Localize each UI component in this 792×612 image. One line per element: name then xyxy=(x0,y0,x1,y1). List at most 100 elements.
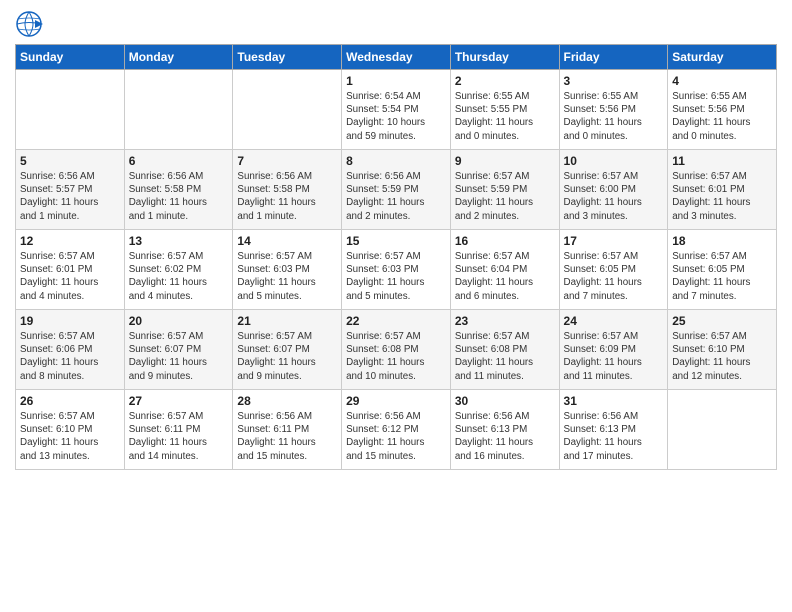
cell-info: Sunrise: 6:57 AM Sunset: 6:04 PM Dayligh… xyxy=(455,250,555,303)
logo-icon xyxy=(15,10,43,38)
cell-info: Sunrise: 6:57 AM Sunset: 6:06 PM Dayligh… xyxy=(20,330,120,383)
cell-info: Sunrise: 6:54 AM Sunset: 5:54 PM Dayligh… xyxy=(346,90,446,143)
weekday-header-wednesday: Wednesday xyxy=(342,45,451,70)
day-number: 21 xyxy=(237,314,337,328)
calendar-cell: 9 Sunrise: 6:57 AM Sunset: 5:59 PM Daylig… xyxy=(450,150,559,230)
cell-info: Sunrise: 6:57 AM Sunset: 6:10 PM Dayligh… xyxy=(20,410,120,463)
cell-info: Sunrise: 6:57 AM Sunset: 6:07 PM Dayligh… xyxy=(237,330,337,383)
calendar-cell: 16 Sunrise: 6:57 AM Sunset: 6:04 PM Dayli… xyxy=(450,230,559,310)
week-row-2: 12 Sunrise: 6:57 AM Sunset: 6:01 PM Dayli… xyxy=(16,230,777,310)
day-number: 8 xyxy=(346,154,446,168)
calendar-cell: 18 Sunrise: 6:57 AM Sunset: 6:05 PM Dayli… xyxy=(668,230,777,310)
day-number: 30 xyxy=(455,394,555,408)
cell-info: Sunrise: 6:57 AM Sunset: 6:08 PM Dayligh… xyxy=(455,330,555,383)
day-number: 12 xyxy=(20,234,120,248)
calendar-cell xyxy=(668,390,777,470)
calendar-cell: 11 Sunrise: 6:57 AM Sunset: 6:01 PM Dayli… xyxy=(668,150,777,230)
calendar-cell xyxy=(16,70,125,150)
week-row-0: 1 Sunrise: 6:54 AM Sunset: 5:54 PM Daylig… xyxy=(16,70,777,150)
day-number: 1 xyxy=(346,74,446,88)
day-number: 19 xyxy=(20,314,120,328)
calendar-cell: 24Sunrise: 6:57 AM Sunset: 6:09 PM Dayli… xyxy=(559,310,668,390)
logo xyxy=(15,10,47,38)
day-number: 29 xyxy=(346,394,446,408)
day-number: 7 xyxy=(237,154,337,168)
day-number: 18 xyxy=(672,234,772,248)
calendar-cell: 6Sunrise: 6:56 AM Sunset: 5:58 PM Daylig… xyxy=(124,150,233,230)
calendar-cell: 29Sunrise: 6:56 AM Sunset: 6:12 PM Dayli… xyxy=(342,390,451,470)
calendar-cell: 8 Sunrise: 6:56 AM Sunset: 5:59 PM Daylig… xyxy=(342,150,451,230)
weekday-header-tuesday: Tuesday xyxy=(233,45,342,70)
calendar-cell: 15 Sunrise: 6:57 AM Sunset: 6:03 PM Dayli… xyxy=(342,230,451,310)
cell-info: Sunrise: 6:57 AM Sunset: 6:05 PM Dayligh… xyxy=(672,250,772,303)
cell-info: Sunrise: 6:57 AM Sunset: 6:08 PM Dayligh… xyxy=(346,330,446,383)
cell-info: Sunrise: 6:55 AM Sunset: 5:56 PM Dayligh… xyxy=(672,90,772,143)
week-row-4: 26Sunrise: 6:57 AM Sunset: 6:10 PM Dayli… xyxy=(16,390,777,470)
cell-info: Sunrise: 6:57 AM Sunset: 6:11 PM Dayligh… xyxy=(129,410,229,463)
cell-info: Sunrise: 6:57 AM Sunset: 6:09 PM Dayligh… xyxy=(564,330,664,383)
calendar-cell: 30 Sunrise: 6:56 AM Sunset: 6:13 PM Dayli… xyxy=(450,390,559,470)
weekday-header-sunday: Sunday xyxy=(16,45,125,70)
day-number: 20 xyxy=(129,314,229,328)
calendar-cell: 4 Sunrise: 6:55 AM Sunset: 5:56 PM Daylig… xyxy=(668,70,777,150)
calendar-cell: 21 Sunrise: 6:57 AM Sunset: 6:07 PM Dayli… xyxy=(233,310,342,390)
day-number: 16 xyxy=(455,234,555,248)
calendar-cell: 3Sunrise: 6:55 AM Sunset: 5:56 PM Daylig… xyxy=(559,70,668,150)
day-number: 4 xyxy=(672,74,772,88)
calendar-cell xyxy=(233,70,342,150)
day-number: 23 xyxy=(455,314,555,328)
weekday-header-friday: Friday xyxy=(559,45,668,70)
calendar-cell: 7 Sunrise: 6:56 AM Sunset: 5:58 PM Daylig… xyxy=(233,150,342,230)
calendar-cell: 31 Sunrise: 6:56 AM Sunset: 6:13 PM Dayli… xyxy=(559,390,668,470)
calendar-cell: 25Sunrise: 6:57 AM Sunset: 6:10 PM Dayli… xyxy=(668,310,777,390)
cell-info: Sunrise: 6:57 AM Sunset: 6:02 PM Dayligh… xyxy=(129,250,229,303)
cell-info: Sunrise: 6:56 AM Sunset: 6:11 PM Dayligh… xyxy=(237,410,337,463)
cell-info: Sunrise: 6:56 AM Sunset: 5:58 PM Dayligh… xyxy=(129,170,229,223)
day-number: 27 xyxy=(129,394,229,408)
calendar-cell: 12 Sunrise: 6:57 AM Sunset: 6:01 PM Dayli… xyxy=(16,230,125,310)
cell-info: Sunrise: 6:56 AM Sunset: 5:59 PM Dayligh… xyxy=(346,170,446,223)
cell-info: Sunrise: 6:56 AM Sunset: 6:13 PM Dayligh… xyxy=(564,410,664,463)
day-number: 10 xyxy=(564,154,664,168)
header xyxy=(15,10,777,38)
cell-info: Sunrise: 6:57 AM Sunset: 6:07 PM Dayligh… xyxy=(129,330,229,383)
day-number: 17 xyxy=(564,234,664,248)
cell-info: Sunrise: 6:57 AM Sunset: 5:59 PM Dayligh… xyxy=(455,170,555,223)
calendar-cell: 27 Sunrise: 6:57 AM Sunset: 6:11 PM Dayli… xyxy=(124,390,233,470)
cell-info: Sunrise: 6:57 AM Sunset: 6:01 PM Dayligh… xyxy=(20,250,120,303)
day-number: 3 xyxy=(564,74,664,88)
day-number: 11 xyxy=(672,154,772,168)
calendar-cell: 10 Sunrise: 6:57 AM Sunset: 6:00 PM Dayli… xyxy=(559,150,668,230)
cell-info: Sunrise: 6:57 AM Sunset: 6:05 PM Dayligh… xyxy=(564,250,664,303)
calendar-cell: 23 Sunrise: 6:57 AM Sunset: 6:08 PM Dayli… xyxy=(450,310,559,390)
calendar-cell: 28 Sunrise: 6:56 AM Sunset: 6:11 PM Dayli… xyxy=(233,390,342,470)
day-number: 22 xyxy=(346,314,446,328)
day-number: 13 xyxy=(129,234,229,248)
day-number: 5 xyxy=(20,154,120,168)
calendar-cell xyxy=(124,70,233,150)
calendar-cell: 5Sunrise: 6:56 AM Sunset: 5:57 PM Daylig… xyxy=(16,150,125,230)
cell-info: Sunrise: 6:57 AM Sunset: 6:03 PM Dayligh… xyxy=(346,250,446,303)
day-number: 31 xyxy=(564,394,664,408)
calendar-table: SundayMondayTuesdayWednesdayThursdayFrid… xyxy=(15,44,777,470)
cell-info: Sunrise: 6:57 AM Sunset: 6:00 PM Dayligh… xyxy=(564,170,664,223)
calendar-cell: 17 Sunrise: 6:57 AM Sunset: 6:05 PM Dayli… xyxy=(559,230,668,310)
cell-info: Sunrise: 6:56 AM Sunset: 5:58 PM Dayligh… xyxy=(237,170,337,223)
day-number: 2 xyxy=(455,74,555,88)
day-number: 9 xyxy=(455,154,555,168)
day-number: 28 xyxy=(237,394,337,408)
day-number: 14 xyxy=(237,234,337,248)
weekday-header-thursday: Thursday xyxy=(450,45,559,70)
calendar-cell: 2Sunrise: 6:55 AM Sunset: 5:55 PM Daylig… xyxy=(450,70,559,150)
calendar-cell: 20 Sunrise: 6:57 AM Sunset: 6:07 PM Dayli… xyxy=(124,310,233,390)
weekday-header-saturday: Saturday xyxy=(668,45,777,70)
cell-info: Sunrise: 6:57 AM Sunset: 6:10 PM Dayligh… xyxy=(672,330,772,383)
day-number: 15 xyxy=(346,234,446,248)
calendar-cell: 13 Sunrise: 6:57 AM Sunset: 6:02 PM Dayli… xyxy=(124,230,233,310)
weekday-header-monday: Monday xyxy=(124,45,233,70)
page: SundayMondayTuesdayWednesdayThursdayFrid… xyxy=(0,0,792,480)
cell-info: Sunrise: 6:57 AM Sunset: 6:01 PM Dayligh… xyxy=(672,170,772,223)
weekday-header-row: SundayMondayTuesdayWednesdayThursdayFrid… xyxy=(16,45,777,70)
calendar-cell: 22 Sunrise: 6:57 AM Sunset: 6:08 PM Dayli… xyxy=(342,310,451,390)
cell-info: Sunrise: 6:56 AM Sunset: 6:13 PM Dayligh… xyxy=(455,410,555,463)
